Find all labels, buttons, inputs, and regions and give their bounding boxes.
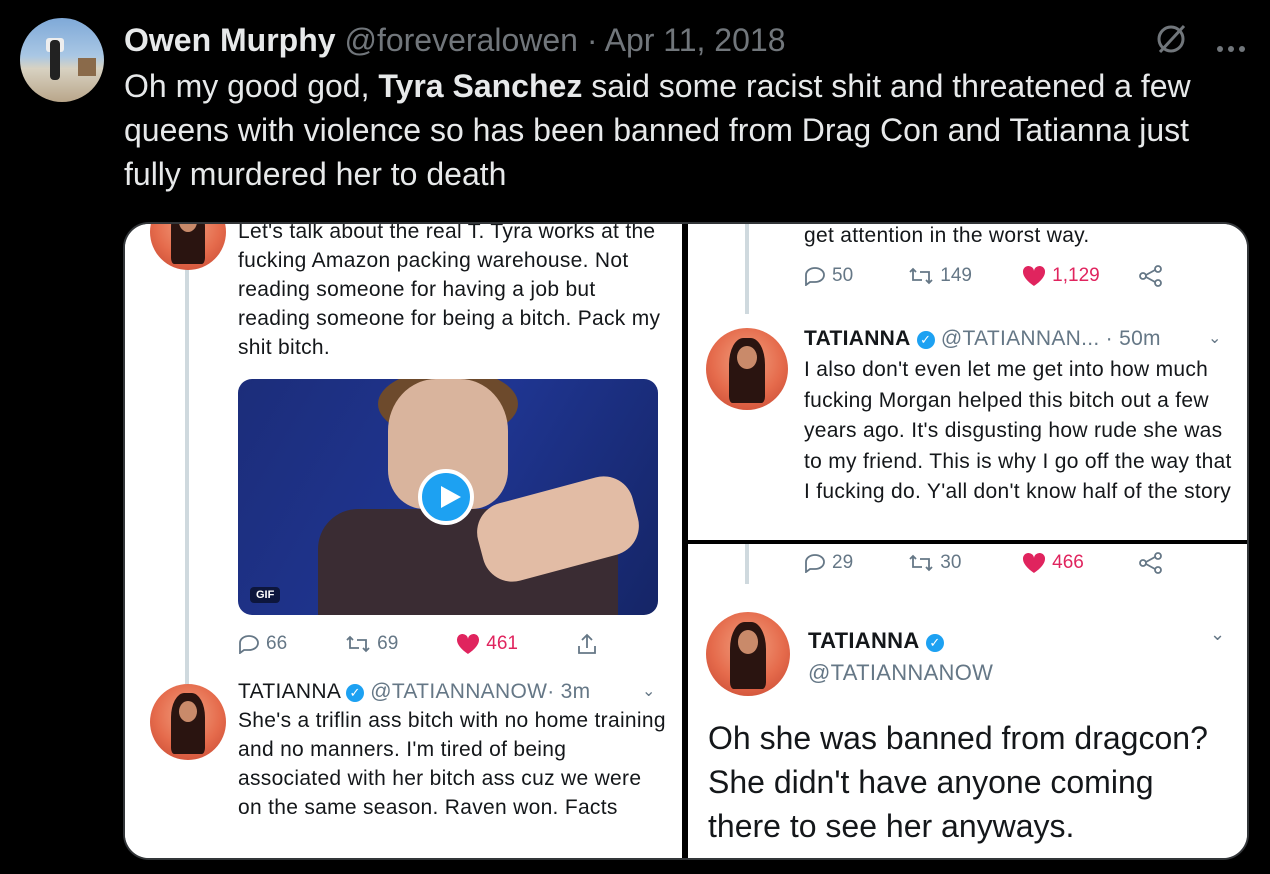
panel2-tweet-header: TATIANNA ✓ @TATIANNAN... · 50m ⌄	[804, 324, 1234, 353]
retweet-count-2: 149	[940, 265, 972, 286]
screenshot-panel-bottom-right: 29 30 466 TATIANNA ✓ @TATIANNANOW ⌄ Oh s…	[688, 544, 1247, 858]
like-count-2: 1,129	[1052, 265, 1100, 286]
avatar-figure	[50, 40, 60, 80]
chevron-down-icon[interactable]: ⌄	[1210, 624, 1225, 645]
thread-line-3	[745, 544, 749, 584]
gif-media[interactable]: GIF	[238, 379, 658, 615]
author-handle[interactable]: @foreveralowen	[344, 22, 577, 58]
heart-icon	[1023, 265, 1046, 286]
chevron-down-icon[interactable]: ⌄	[1208, 324, 1222, 353]
screenshot-panel-top-right: get attention in the worst way. 50 149 1…	[688, 224, 1247, 540]
reply-icon	[805, 554, 825, 573]
tweet-date[interactable]: Apr 11, 2018	[605, 22, 786, 58]
tatianna-avatar-4	[706, 612, 790, 696]
reply-button-3[interactable]: 29	[804, 552, 908, 574]
play-icon[interactable]	[418, 469, 474, 525]
share-icon	[1139, 552, 1162, 574]
verified-icon: ✓	[346, 684, 365, 702]
more-icon[interactable]	[1216, 25, 1246, 62]
tweet-media[interactable]: Let's talk about the real T. Tyra works …	[123, 222, 1249, 860]
heart-icon	[457, 633, 480, 654]
retweet-button[interactable]: 69	[345, 633, 398, 655]
like-button[interactable]: 461	[456, 633, 518, 655]
tatianna-avatar-top	[150, 224, 226, 270]
panel3-name[interactable]: TATIANNA	[808, 628, 920, 653]
panel2-time: · 50m	[1105, 327, 1161, 350]
screenshot-panel-left: Let's talk about the real T. Tyra works …	[125, 224, 682, 858]
heart-icon	[1023, 552, 1046, 573]
share-button[interactable]	[576, 632, 598, 656]
tatianna-avatar-3	[706, 328, 788, 410]
author-avatar[interactable]	[20, 18, 104, 102]
like-count-3: 466	[1052, 552, 1084, 573]
reply-count: 66	[266, 633, 288, 654]
tweet2-handle[interactable]: @TATIANNANOW	[370, 680, 547, 703]
panel3-handle[interactable]: @TATIANNANOW	[808, 658, 993, 687]
verified-icon: ✓	[916, 331, 935, 349]
separator: ·	[586, 22, 598, 58]
chevron-down-icon[interactable]: ⌄	[642, 677, 656, 706]
reply-count-2: 50	[832, 265, 854, 286]
tweet2-text: She's a triflin ass bitch with no home t…	[238, 709, 666, 819]
reply-button-2[interactable]: 50	[804, 265, 908, 287]
tweet2-time: · 3m	[547, 680, 591, 703]
tweet1-text: Let's talk about the real T. Tyra works …	[238, 224, 661, 359]
panel3-header: TATIANNA ✓	[808, 626, 944, 655]
share-icon	[578, 633, 596, 654]
reply-icon	[805, 267, 825, 286]
panel2-top-text: get attention in the worst way.	[804, 224, 1090, 247]
reply-count-3: 29	[832, 552, 854, 573]
retweet-button-2[interactable]: 149	[908, 265, 1022, 287]
tweet-text-start: Oh my good god,	[124, 68, 379, 104]
retweet-icon	[346, 635, 370, 653]
share-button-3[interactable]	[1138, 552, 1164, 574]
retweet-count: 69	[377, 633, 399, 654]
tatianna-avatar-2	[150, 684, 226, 760]
mention-link[interactable]: Tyra Sanchez	[378, 68, 582, 104]
author-name[interactable]: Owen Murphy	[124, 22, 336, 58]
verified-icon: ✓	[925, 634, 944, 652]
like-button-2[interactable]: 1,129	[1022, 265, 1138, 287]
panel2-tweet-text: I also don't even let me get into how mu…	[804, 358, 1232, 503]
thread-line-2	[745, 224, 749, 314]
retweet-count-3: 30	[940, 552, 962, 573]
share-button-2[interactable]	[1138, 265, 1164, 287]
reply-button[interactable]: 66	[238, 633, 287, 655]
tweet-top-icons	[1154, 22, 1246, 64]
tweet-text: Oh my good god, Tyra Sanchez said some r…	[124, 64, 1254, 196]
panel3-actions: 29 30 466	[804, 552, 1164, 574]
like-count: 461	[486, 633, 518, 654]
gif-badge: GIF	[250, 587, 281, 603]
thread-line	[185, 264, 189, 684]
slashed-circle-icon[interactable]	[1154, 22, 1188, 64]
panel2-name[interactable]: TATIANNA	[804, 327, 911, 350]
tweet2-header: TATIANNA ✓ @TATIANNANOW· 3m ⌄	[238, 677, 668, 706]
tweet2-name[interactable]: TATIANNA	[238, 680, 340, 703]
reply-icon	[239, 635, 259, 654]
share-icon	[1139, 265, 1162, 287]
panel2-handle[interactable]: @TATIANNAN...	[941, 327, 1100, 350]
tweet-header: Owen Murphy @foreveralowen · Apr 11, 201…	[124, 20, 785, 60]
retweet-icon	[909, 554, 933, 572]
panel2-actions: 50 149 1,129	[804, 265, 1164, 287]
retweet-icon	[909, 267, 933, 285]
avatar-box	[78, 58, 96, 76]
tweet1-actions: 66 69 461	[238, 632, 598, 656]
panel3-tweet-text: Oh she was banned from dragcon? She didn…	[708, 720, 1208, 844]
retweet-button-3[interactable]: 30	[908, 552, 1022, 574]
like-button-3[interactable]: 466	[1022, 552, 1138, 574]
